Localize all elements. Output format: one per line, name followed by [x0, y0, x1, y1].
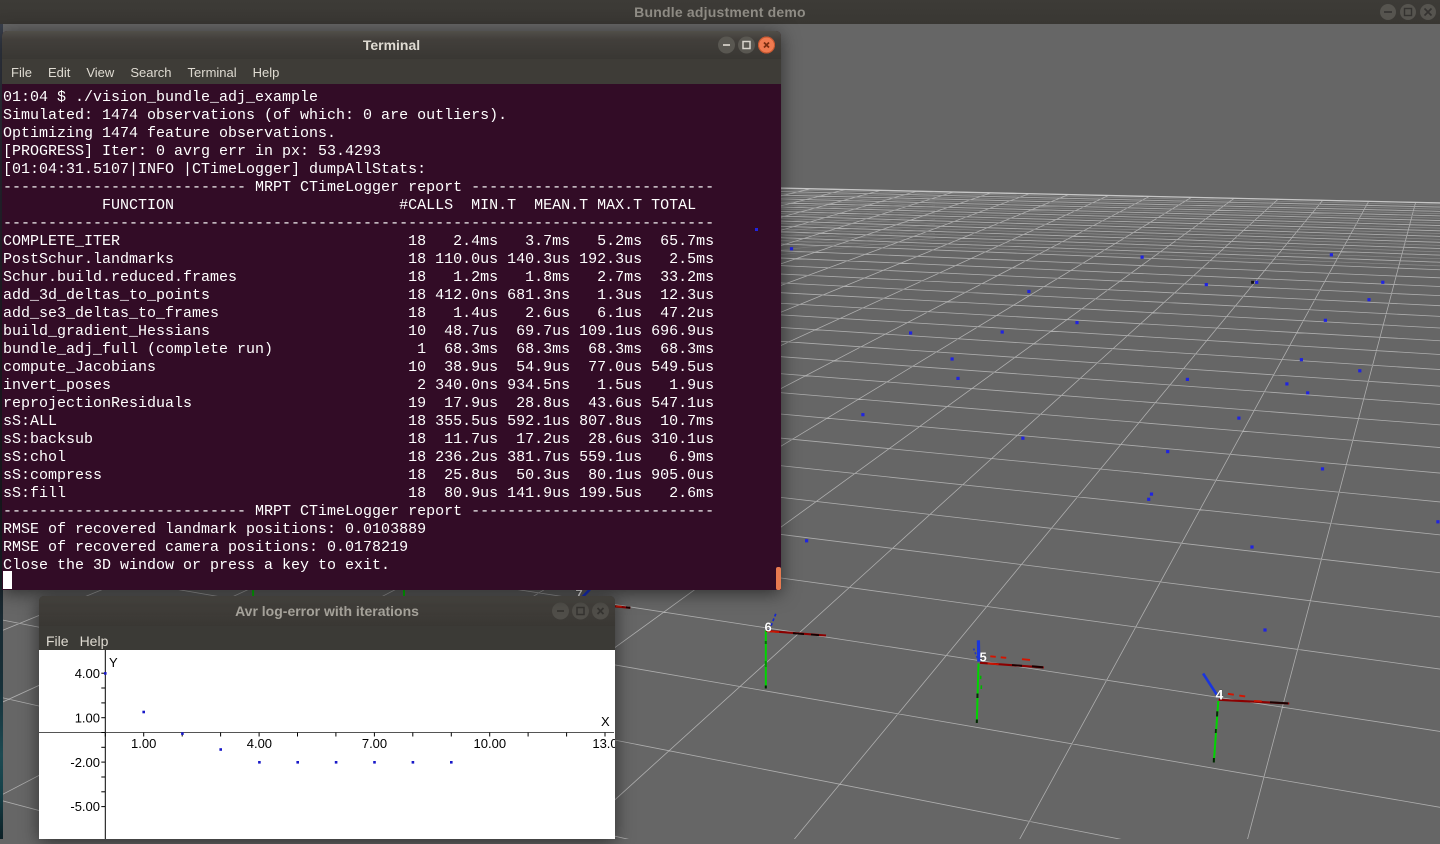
svg-text:4.00: 4.00 [75, 666, 100, 681]
svg-text:10.00: 10.00 [474, 736, 507, 751]
svg-text:1.00: 1.00 [75, 710, 100, 725]
svg-text:-5.00: -5.00 [70, 799, 100, 814]
svg-text:7.00: 7.00 [362, 736, 387, 751]
svg-text:-2.00: -2.00 [70, 755, 100, 770]
svg-text:5: 5 [980, 650, 987, 665]
svg-text:4: 4 [1216, 687, 1224, 703]
svg-text:1.00: 1.00 [131, 736, 156, 751]
svg-text:Y: Y [109, 655, 118, 670]
svg-text:6: 6 [765, 620, 772, 635]
svg-text:13.0: 13.0 [592, 736, 615, 751]
svg-text:4.00: 4.00 [247, 736, 272, 751]
svg-text:X: X [601, 714, 610, 729]
